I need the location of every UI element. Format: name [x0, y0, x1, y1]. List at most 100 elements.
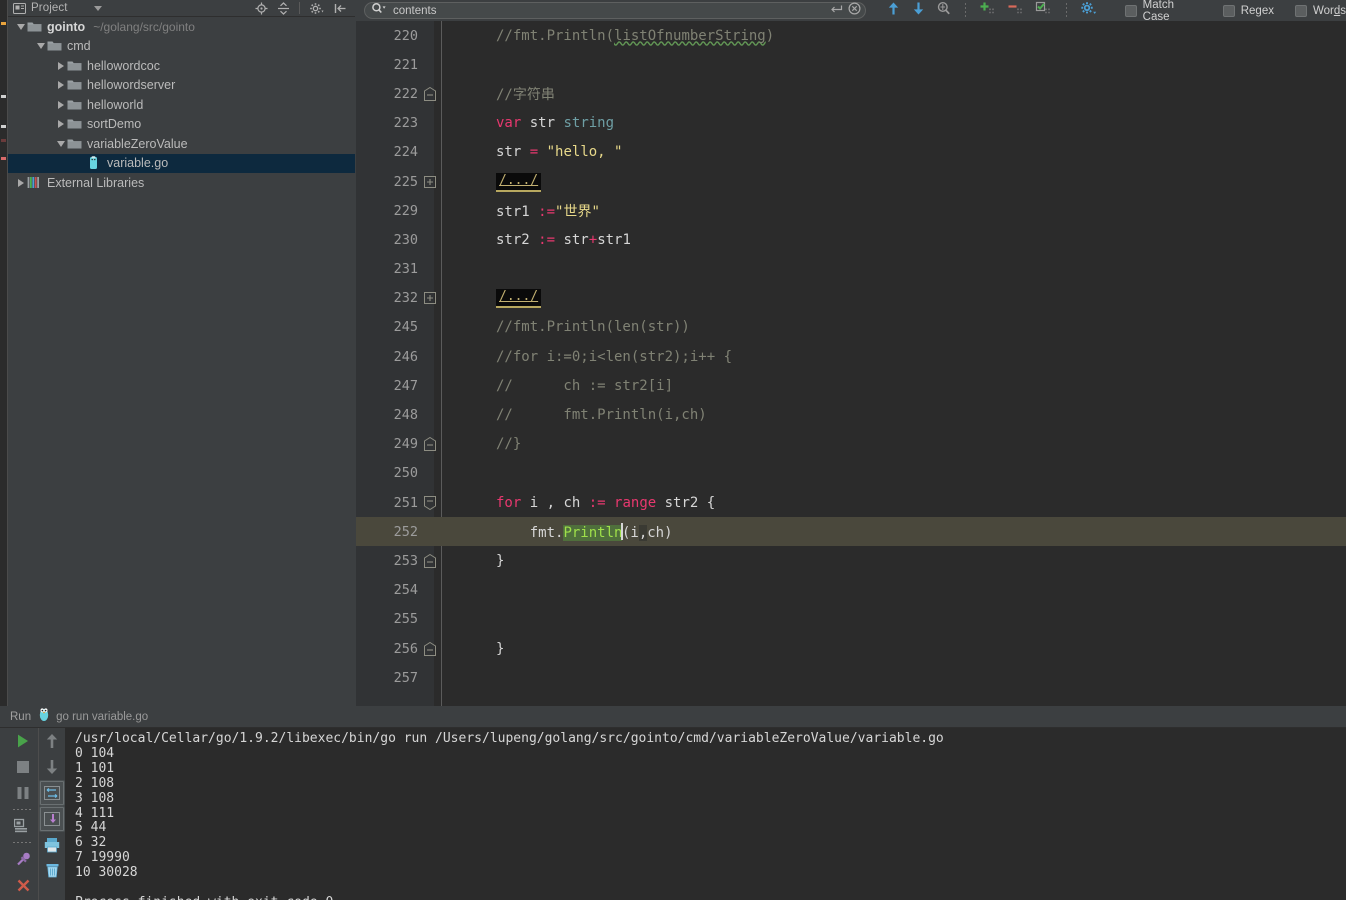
fold-marker-icon[interactable] [422, 79, 438, 108]
editor-line[interactable]: 223 var str string [356, 109, 1346, 138]
soft-wrap-icon[interactable] [39, 780, 65, 806]
pin-button[interactable] [8, 846, 38, 872]
chevron-right-icon[interactable] [14, 178, 27, 187]
tree-item-gointo[interactable]: gointo ~/golang/src/gointo [8, 17, 355, 37]
tree-item-hellowordcoc[interactable]: hellowordcoc [8, 56, 355, 76]
run-tab-label[interactable]: Run [10, 711, 31, 723]
editor-line[interactable]: 255 [356, 605, 1346, 634]
chevron-right-icon[interactable] [54, 81, 67, 90]
tree-item-hellowordserver[interactable]: hellowordserver [8, 76, 355, 96]
console-line: /usr/local/Cellar/go/1.9.2/libexec/bin/g… [75, 731, 944, 746]
remove-occurrence-icon[interactable] [1007, 1, 1025, 21]
fold-marker-icon[interactable] [422, 430, 438, 459]
filter-gear-icon[interactable] [1080, 1, 1097, 21]
arrow-up-icon[interactable] [39, 728, 65, 754]
editor-line[interactable]: 248 // fmt.Println(i,ch) [356, 400, 1346, 429]
code-token: ch) [647, 524, 673, 541]
editor-line[interactable]: 254 [356, 576, 1346, 605]
tree-item-variable-go[interactable]: variable.go [8, 153, 355, 173]
fold-marker-icon[interactable] [422, 167, 438, 196]
enter-icon[interactable] [830, 2, 843, 20]
tree-item-external-libraries[interactable]: External Libraries [8, 173, 355, 193]
find-option-regex[interactable]: Regex [1222, 4, 1274, 17]
checkbox-icon[interactable] [1294, 4, 1307, 17]
find-preview-icon[interactable] [936, 1, 952, 21]
locate-icon[interactable] [255, 2, 268, 15]
chevron-down-icon[interactable] [93, 5, 102, 11]
line-number: 247 [393, 377, 418, 394]
chevron-down-icon[interactable] [54, 140, 67, 147]
find-option-words[interactable]: Words [1294, 4, 1346, 17]
chevron-right-icon[interactable] [54, 120, 67, 129]
search-input-value[interactable]: contents [393, 5, 436, 17]
chevron-down-icon[interactable] [34, 43, 47, 50]
line-content: //字符串 [496, 84, 555, 104]
clear-icon[interactable] [848, 1, 861, 20]
chevron-right-icon[interactable] [54, 61, 67, 70]
collapsed-fold-region[interactable]: /.../ [496, 289, 542, 309]
code-editor[interactable]: 220 //fmt.Println(listOfnumberString) 221 2… [356, 21, 1346, 706]
select-all-occurrences-icon[interactable] [979, 1, 997, 21]
settings-gear-icon[interactable] [309, 2, 325, 15]
editor-line[interactable]: 230 str2 := str+str1 [356, 225, 1346, 254]
search-icon[interactable] [371, 2, 386, 20]
find-next-icon[interactable] [911, 1, 926, 21]
editor-line[interactable]: 221 [356, 50, 1346, 79]
close-x-icon[interactable] [8, 872, 38, 898]
project-view-icon [13, 2, 26, 15]
editor-line[interactable]: 229 str1 :="世界" [356, 196, 1346, 225]
editor-line[interactable]: 246 //for i:=0;i<len(str2);i++ { [356, 342, 1346, 371]
editor-line[interactable]: 257 [356, 663, 1346, 692]
fold-marker-icon[interactable] [422, 546, 438, 575]
trash-icon[interactable] [39, 858, 65, 884]
tree-item-variablezerovalue[interactable]: variableZeroValue [8, 134, 355, 154]
chevron-down-icon[interactable] [14, 23, 27, 30]
editor-line[interactable]: 249 //} [356, 430, 1346, 459]
project-tree[interactable]: gointo ~/golang/src/gointo cmd hellowordcoc… [8, 17, 355, 706]
editor-line[interactable]: 231 [356, 255, 1346, 284]
editor-line[interactable]: 225 /.../ [356, 167, 1346, 196]
find-option-label: Regex [1240, 4, 1274, 17]
fold-marker-icon[interactable] [422, 284, 438, 313]
stop-button[interactable] [8, 754, 38, 780]
hide-panel-icon[interactable] [334, 2, 347, 15]
chevron-right-icon[interactable] [54, 100, 67, 109]
select-occurrence-icon[interactable] [1035, 1, 1053, 21]
scroll-end-icon[interactable] [39, 806, 65, 832]
checkbox-icon[interactable] [1222, 4, 1235, 17]
tree-item-cmd[interactable]: cmd [8, 37, 355, 57]
editor-line[interactable]: 220 //fmt.Println(listOfnumberString) [356, 21, 1346, 50]
editor-line[interactable]: 222 //字符串 [356, 79, 1346, 108]
run-configuration-name[interactable]: go run variable.go [56, 711, 148, 723]
editor-lines[interactable]: 220 //fmt.Println(listOfnumberString) 221 2… [356, 21, 1346, 706]
tree-item-helloworld[interactable]: helloworld [8, 95, 355, 115]
code-token: string [563, 115, 615, 132]
print-icon[interactable] [39, 832, 65, 858]
editor-line[interactable]: 224 str = "hello, " [356, 138, 1346, 167]
editor-line[interactable]: 247 // ch := str2[i] [356, 371, 1346, 400]
editor-line[interactable]: 251 for i , ch := range str2 { [356, 488, 1346, 517]
rerun-button[interactable] [8, 728, 38, 754]
editor-line[interactable]: 232 /.../ [356, 284, 1346, 313]
editor-line[interactable]: 252 fmt.Println(i,ch) [356, 517, 1346, 547]
arrow-down-icon[interactable] [39, 754, 65, 780]
code-token: str1 [496, 203, 530, 220]
editor-line[interactable]: 253} [356, 546, 1346, 575]
find-previous-icon[interactable] [886, 1, 901, 21]
editor-line[interactable]: 245 //fmt.Println(len(str)) [356, 313, 1346, 342]
checkbox-icon[interactable] [1125, 4, 1137, 17]
error-marker-strip[interactable] [0, 0, 8, 706]
search-input[interactable]: contents [364, 1, 867, 20]
find-option-match-case[interactable]: Match Case [1125, 0, 1202, 23]
tree-item-sortdemo[interactable]: sortDemo [8, 115, 355, 135]
pause-button[interactable] [8, 780, 38, 806]
collapsed-fold-region[interactable]: /.../ [496, 172, 542, 192]
console-button[interactable] [8, 813, 38, 839]
editor-line[interactable]: 250 [356, 459, 1346, 488]
collapse-all-icon[interactable] [277, 1, 290, 15]
editor-line[interactable]: 256} [356, 634, 1346, 663]
fold-marker-icon[interactable] [422, 488, 438, 517]
line-content: str1 :="世界" [496, 201, 600, 221]
fold-marker-icon[interactable] [422, 634, 438, 663]
console-output[interactable]: /usr/local/Cellar/go/1.9.2/libexec/bin/g… [65, 728, 1346, 900]
